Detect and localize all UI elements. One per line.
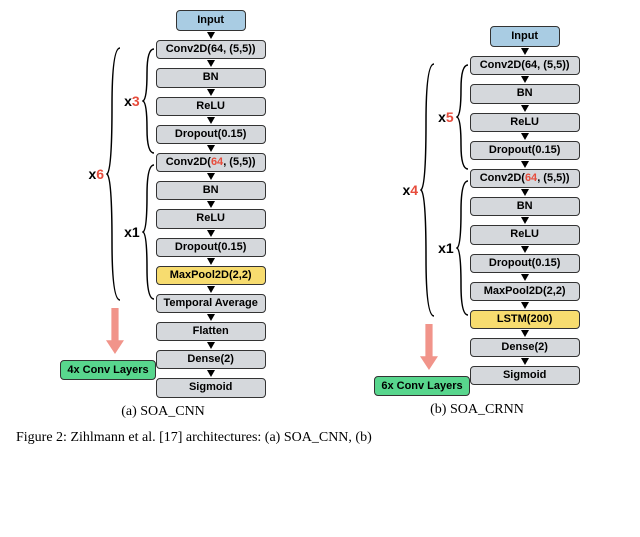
dropout-box: Dropout(0.15) (156, 125, 266, 144)
arrow-down-icon (521, 302, 529, 309)
arrow-down-icon (207, 258, 215, 265)
down-arrow-icon (420, 324, 438, 370)
conv2d-box: Conv2D(64, (5,5)) (156, 40, 266, 59)
relu-box: ReLU (156, 97, 266, 116)
temporal-average-box: Temporal Average (156, 294, 266, 313)
arrow-down-icon (521, 330, 529, 337)
relu-box: ReLU (156, 209, 266, 228)
relu-box: ReLU (470, 225, 580, 244)
panel-a-caption: (a) SOA_CNN (121, 404, 205, 420)
dense-box: Dense(2) (470, 338, 580, 357)
bn-box: BN (156, 68, 266, 87)
arrow-down-icon (521, 161, 529, 168)
arrow-down-icon (521, 246, 529, 253)
arrow-down-icon (521, 76, 529, 83)
conv2d-box: Conv2D(64, (5,5)) (156, 153, 266, 172)
panel-b: x4 x5 x1 6x Conv L (324, 10, 630, 418)
mult-inner2-a: x1 (124, 224, 140, 240)
brace-icon (142, 47, 156, 155)
sigmoid-box: Sigmoid (156, 378, 266, 397)
dense-box: Dense(2) (156, 350, 266, 369)
arrow-down-icon (521, 48, 529, 55)
input-box: Input (490, 26, 560, 47)
arrow-down-icon (207, 201, 215, 208)
bn-box: BN (470, 84, 580, 103)
arrow-down-icon (207, 89, 215, 96)
panel-a-left-annot: x6 x3 x1 (60, 10, 155, 398)
relu-box: ReLU (470, 113, 580, 132)
dropout-box: Dropout(0.15) (470, 141, 580, 160)
mult-inner2-b: x1 (438, 240, 454, 256)
mult-inner1-b: x5 (438, 109, 454, 125)
maxpool-box: MaxPool2D(2,2) (470, 282, 580, 301)
mult-outer-b: x4 (402, 182, 418, 198)
brace-icon (456, 63, 470, 171)
brace-icon (106, 46, 122, 302)
panel-a: x6 x3 x1 (10, 10, 316, 420)
arrow-down-icon (521, 274, 529, 281)
arrow-down-icon (521, 189, 529, 196)
arrow-down-icon (521, 217, 529, 224)
arrow-down-icon (207, 370, 215, 377)
flatten-box: Flatten (156, 322, 266, 341)
bn-box: BN (156, 181, 266, 200)
brace-icon (456, 179, 470, 317)
sigmoid-box: Sigmoid (470, 366, 580, 385)
arrow-down-icon (207, 32, 215, 39)
arrow-down-icon (207, 342, 215, 349)
conv2d-box: Conv2D(64, (5,5)) (470, 169, 580, 188)
arrow-down-icon (207, 286, 215, 293)
arrow-down-icon (207, 145, 215, 152)
arrow-down-icon (521, 133, 529, 140)
stack-a: Input Conv2D(64, (5,5)) BN ReLU Dropout(… (156, 10, 266, 398)
arrow-down-icon (207, 230, 215, 237)
dropout-box: Dropout(0.15) (470, 254, 580, 273)
down-arrow-icon (106, 308, 124, 354)
arrow-down-icon (207, 173, 215, 180)
stack-b: Input Conv2D(64, (5,5)) BN ReLU Dropout(… (470, 26, 580, 396)
conv-layers-note-a: 4x Conv Layers (60, 360, 155, 380)
mult-outer-a: x6 (88, 166, 104, 182)
conv-layers-note-b: 6x Conv Layers (374, 376, 469, 396)
maxpool-box: MaxPool2D(2,2) (156, 266, 266, 285)
dropout-box: Dropout(0.15) (156, 238, 266, 257)
brace-icon (142, 163, 156, 301)
conv2d-box: Conv2D(64, (5,5)) (470, 56, 580, 75)
panel-b-caption: (b) SOA_CRNN (430, 402, 524, 418)
input-box: Input (176, 10, 246, 31)
panel-b-left-annot: x4 x5 x1 6x Conv L (374, 26, 469, 396)
mult-inner1-a: x3 (124, 93, 140, 109)
arrow-down-icon (207, 314, 215, 321)
brace-icon (420, 62, 436, 318)
arrow-down-icon (207, 60, 215, 67)
bn-box: BN (470, 197, 580, 216)
lstm-box: LSTM(200) (470, 310, 580, 329)
arrow-down-icon (521, 105, 529, 112)
arrow-down-icon (521, 358, 529, 365)
figure: x6 x3 x1 (10, 10, 630, 420)
figure-caption: Figure 2: Zihlmann et al. [17] architect… (10, 430, 630, 446)
arrow-down-icon (207, 117, 215, 124)
